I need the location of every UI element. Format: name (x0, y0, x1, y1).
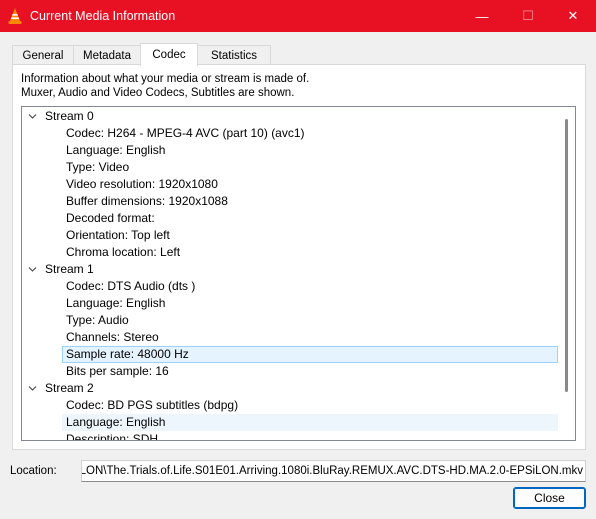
tree-item[interactable]: Channels: Stereo (22, 329, 559, 346)
scrollbar-thumb[interactable] (565, 119, 568, 392)
stream-label: Stream 2 (45, 381, 94, 395)
tree-item[interactable]: Codec: H264 - MPEG-4 AVC (part 10) (avc1… (22, 125, 559, 142)
location-value: 2.0-EPSiLON\The.Trials.of.Life.S01E01.Ar… (81, 465, 583, 477)
tab-general[interactable]: General (12, 45, 74, 65)
tree-item[interactable]: Codec: BD PGS subtitles (bdpg) (22, 397, 559, 414)
minimize-button[interactable]: — (459, 0, 505, 32)
tab-statistics[interactable]: Statistics (197, 45, 271, 65)
property-text: Type: Audio (66, 313, 129, 327)
property-text: Description: SDH (66, 432, 159, 440)
maximize-button[interactable]: ☐ (505, 0, 551, 32)
property-text: Orientation: Top left (66, 228, 170, 242)
panel-description: Information about what your media or str… (21, 73, 310, 85)
codec-tree[interactable]: Stream 0 Codec: H264 - MPEG-4 AVC (part … (21, 106, 576, 441)
tree-item[interactable]: Decoded format: (22, 210, 559, 227)
tree-item[interactable]: Buffer dimensions: 1920x1088 (22, 193, 559, 210)
tree-item[interactable]: Orientation: Top left (22, 227, 559, 244)
chevron-down-icon[interactable] (28, 385, 37, 392)
property-text: Codec: BD PGS subtitles (bdpg) (66, 398, 239, 412)
panel-description: Muxer, Audio and Video Codecs, Subtitles… (21, 87, 295, 99)
stream-label: Stream 0 (45, 109, 94, 123)
close-button[interactable]: Close (513, 487, 586, 509)
codec-panel: Information about what your media or str… (12, 64, 586, 450)
property-text: Channels: Stereo (66, 330, 159, 344)
tab-label: Codec (152, 49, 186, 61)
tree-item-hovered[interactable]: Language: English (22, 414, 559, 431)
tab-label: General (22, 49, 64, 62)
tree-item[interactable]: Description: SDH (22, 431, 559, 440)
property-text: Video resolution: 1920x1080 (66, 177, 218, 191)
tab-codec[interactable]: Codec (140, 43, 198, 66)
window-title: Current Media Information (30, 9, 176, 23)
tree-stream-2[interactable]: Stream 2 (22, 380, 559, 397)
tree-stream-1[interactable]: Stream 1 (22, 261, 559, 278)
property-text: Language: English (66, 296, 166, 310)
tab-label: Metadata (83, 49, 131, 62)
tree-viewport: Stream 0 Codec: H264 - MPEG-4 AVC (part … (22, 107, 559, 440)
window-close-button[interactable]: ✕ (550, 0, 596, 32)
maximize-icon: ☐ (522, 8, 534, 23)
property-text: Type: Video (66, 160, 130, 174)
tree-item[interactable]: Language: English (22, 295, 559, 312)
tree-item[interactable]: Type: Video (22, 159, 559, 176)
tree-item[interactable]: Bits per sample: 16 (22, 363, 559, 380)
tree-item[interactable]: Video resolution: 1920x1080 (22, 176, 559, 193)
tree-stream-0[interactable]: Stream 0 (22, 108, 559, 125)
tab-metadata[interactable]: Metadata (73, 45, 141, 65)
tree-item[interactable]: Type: Audio (22, 312, 559, 329)
property-text: Chroma location: Left (66, 245, 181, 259)
tree-item-selected[interactable]: Sample rate: 48000 Hz (22, 346, 559, 363)
chevron-down-icon[interactable] (28, 266, 37, 273)
tree-scrollbar[interactable] (558, 107, 575, 440)
tree-item[interactable]: Chroma location: Left (22, 244, 559, 261)
location-field[interactable]: 2.0-EPSiLON\The.Trials.of.Life.S01E01.Ar… (81, 460, 586, 482)
tree-item[interactable]: Language: English (22, 142, 559, 159)
vlc-cone-icon (8, 8, 22, 24)
title-bar: Current Media Information — ☐ ✕ (0, 0, 596, 32)
property-text: Sample rate: 48000 Hz (66, 347, 189, 361)
tree-item[interactable]: Codec: DTS Audio (dts ) (22, 278, 559, 295)
close-icon: ✕ (567, 8, 579, 23)
property-text: Codec: H264 - MPEG-4 AVC (part 10) (avc1… (66, 126, 305, 140)
tab-label: Statistics (210, 49, 257, 62)
stream-label: Stream 1 (45, 262, 94, 276)
location-label: Location: (10, 465, 57, 477)
minimize-icon: — (475, 8, 489, 24)
property-text: Buffer dimensions: 1920x1088 (66, 194, 228, 208)
property-text: Language: English (66, 143, 166, 157)
property-text: Decoded format: (66, 211, 155, 225)
chevron-down-icon[interactable] (28, 113, 37, 120)
property-text: Language: English (66, 415, 166, 429)
close-button-label: Close (534, 491, 565, 505)
property-text: Codec: DTS Audio (dts ) (66, 279, 196, 293)
property-text: Bits per sample: 16 (66, 364, 169, 378)
